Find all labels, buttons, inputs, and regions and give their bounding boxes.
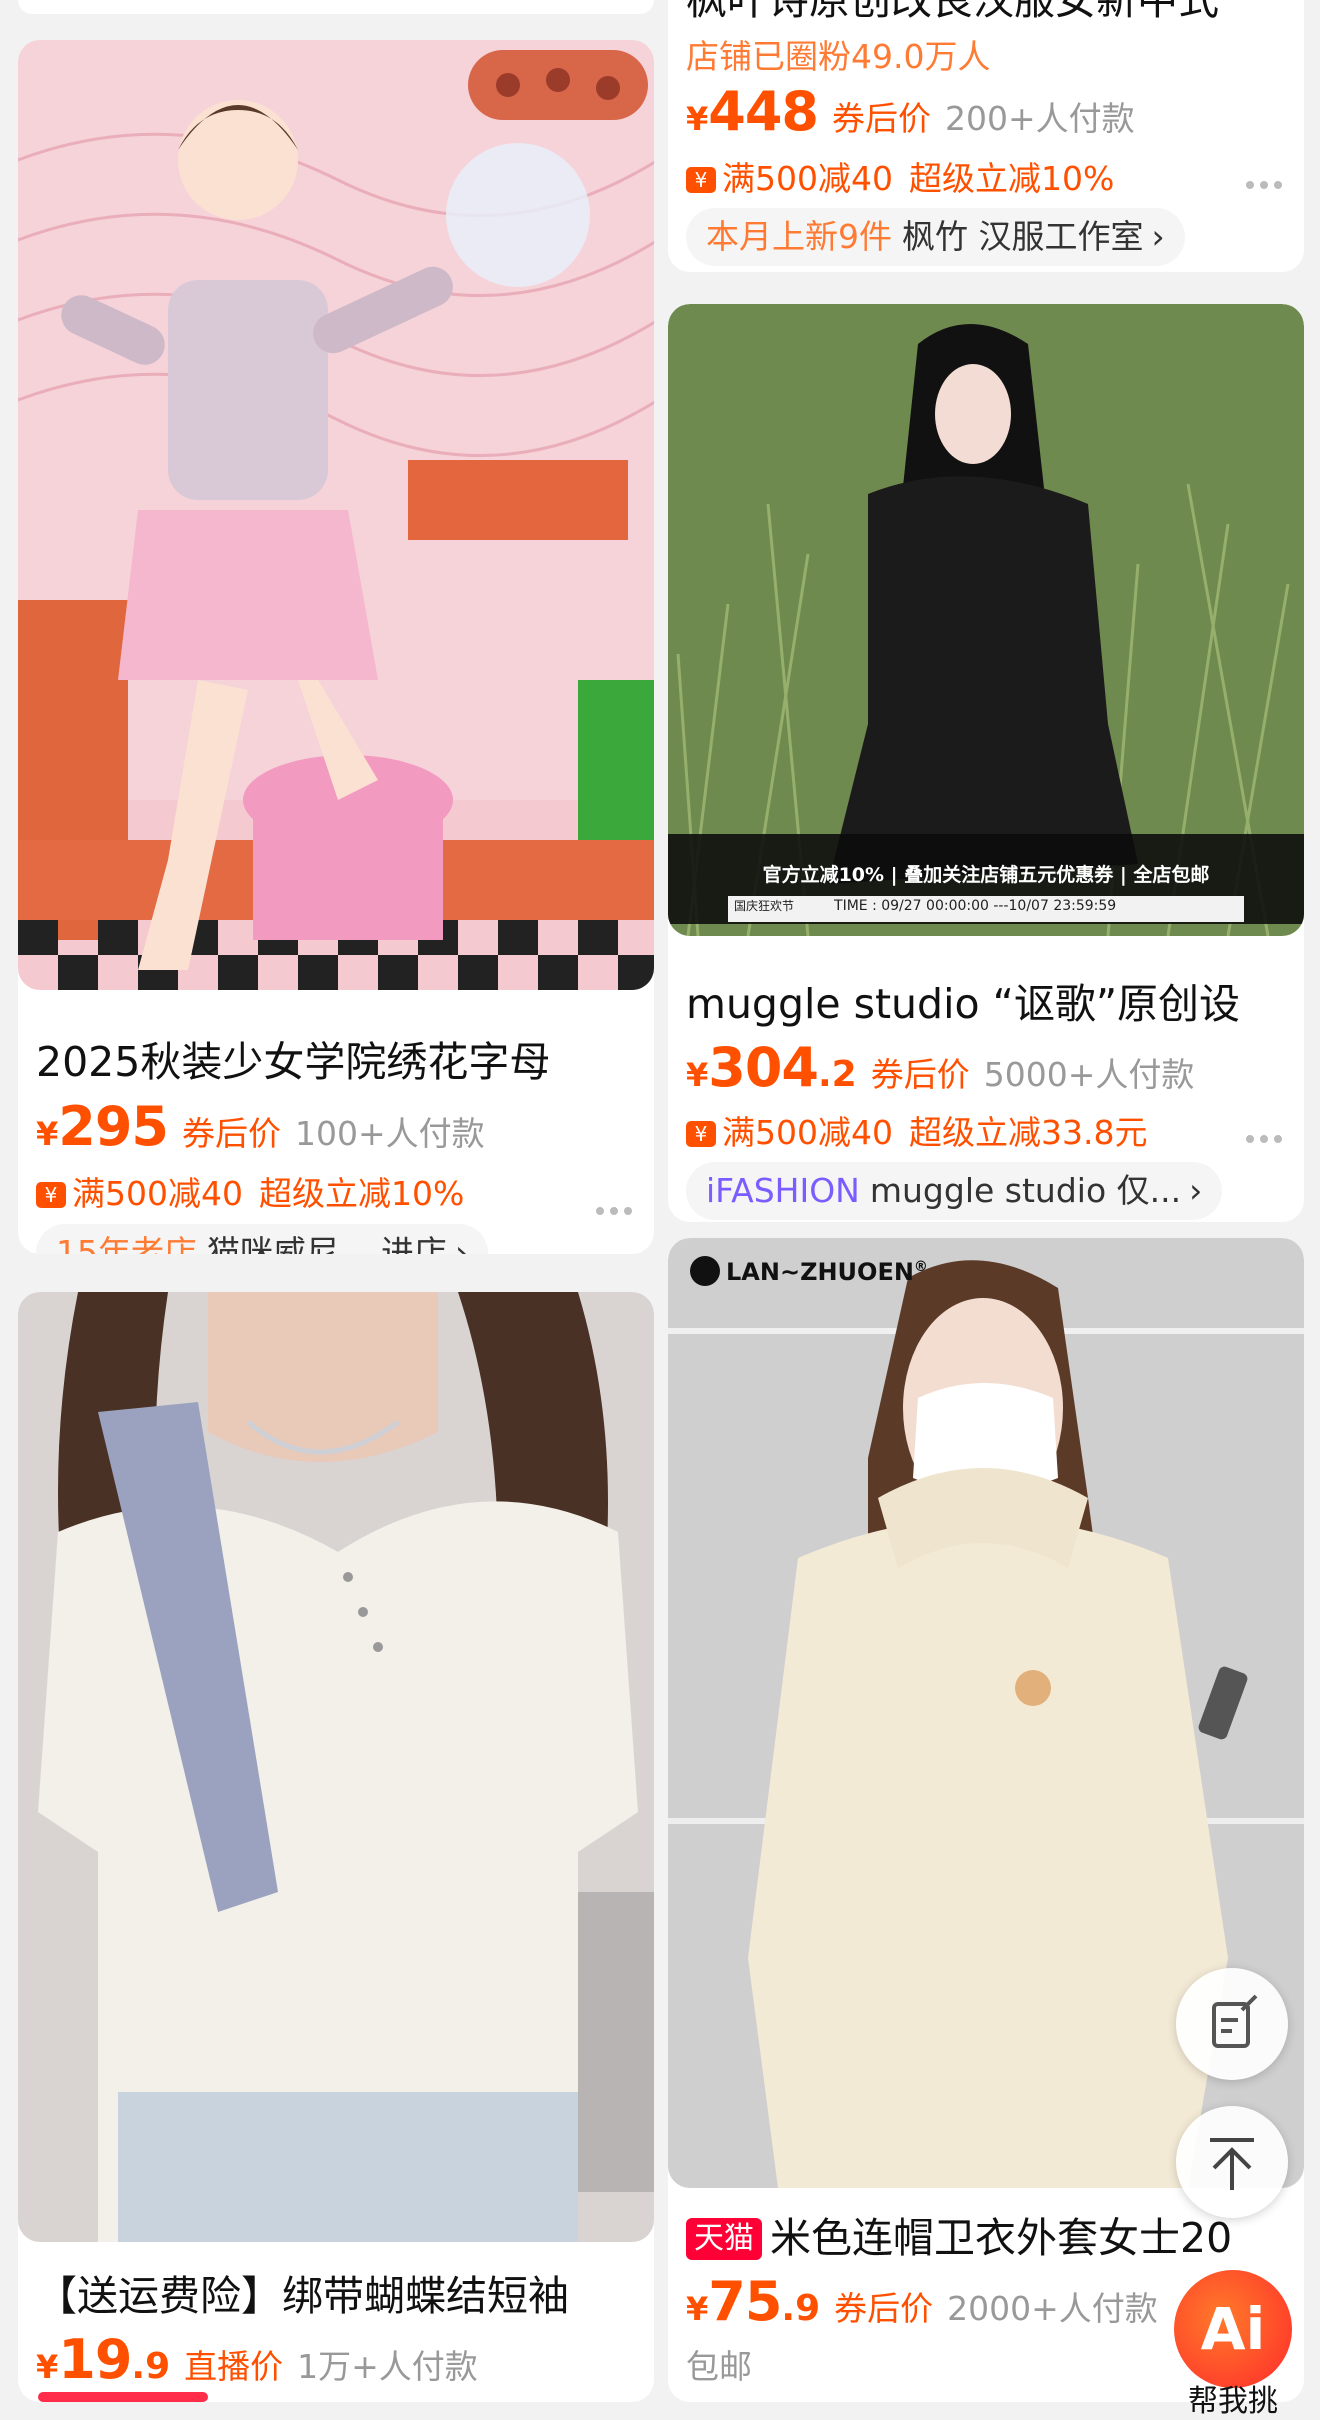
- live-badge-strip: [38, 2392, 208, 2402]
- product-card[interactable]: 2025秋装少女学院绣花字母 ¥295 券后价 100+人付款 ¥ 满500减40 超级…: [18, 40, 654, 1254]
- currency-symbol: ¥: [686, 100, 709, 138]
- price-value: 19: [58, 2328, 132, 2391]
- product-image[interactable]: [18, 1292, 654, 2242]
- banner-tag: 国庆狂欢节: [734, 899, 795, 913]
- sales-count: 1万+人付款: [297, 2347, 478, 2386]
- promo-discount: 满500减40: [722, 159, 893, 198]
- product-info[interactable]: 2025秋装少女学院绣花字母 ¥295 券后价 100+人付款 ¥ 满500减40 超级…: [18, 990, 654, 1254]
- price-row: ¥304.2 券后价 5000+人付款: [686, 1036, 1292, 1099]
- price-decimal: .2: [818, 1054, 857, 1095]
- promo-discount: 满500减40: [722, 1113, 893, 1152]
- promo-instant: 超级立减10%: [258, 1174, 465, 1213]
- currency-symbol: ¥: [36, 2348, 59, 2386]
- promo-instant: 超级立减10%: [908, 159, 1115, 198]
- ai-assistant-label: 帮我挑: [1188, 2384, 1278, 2419]
- shop-fans-count: 店铺已圈粉49.0万人: [686, 37, 991, 76]
- more-options-icon[interactable]: [596, 1200, 640, 1215]
- previous-card-bottom: [18, 0, 654, 14]
- shop-badge: 本月上新9件: [706, 217, 892, 256]
- price-decimal: .9: [131, 2346, 171, 2387]
- coupon-icon: ¥: [36, 1182, 66, 1208]
- product-image[interactable]: 官方立减10% | 叠加关注店铺五元优惠券 | 全店包邮 国庆狂欢节 TIME :…: [668, 304, 1304, 936]
- free-shipping-label: 包邮: [686, 2347, 752, 2386]
- coupon-price-label: 券后价: [832, 99, 931, 138]
- price-value: 304: [708, 1036, 819, 1099]
- product-info[interactable]: muggle studio “讴歌”原创设 ¥304.2 券后价 5000+人付款 …: [668, 936, 1304, 1222]
- currency-symbol: ¥: [686, 2290, 709, 2328]
- promo-instant: 超级立减33.8元: [908, 1113, 1148, 1152]
- price-row: ¥448 券后价 200+人付款: [686, 80, 1292, 143]
- sales-count: 2000+人付款: [947, 2289, 1158, 2328]
- shop-name: 枫竹 汉服工作室: [902, 217, 1144, 256]
- shop-entry[interactable]: 15年老店 猫咪威尼... 进店 ›: [36, 1224, 489, 1254]
- promo-discount: 满500减40: [72, 1174, 243, 1213]
- sales-count: 100+人付款: [295, 1114, 485, 1153]
- bear-logo-icon: [690, 1256, 720, 1286]
- product-card[interactable]: 【送运费险】绑带蝴蝶结短袖 ¥19.9 直播价 1万+人付款: [18, 1292, 654, 2402]
- chevron-right-icon: ›: [1151, 217, 1165, 256]
- product-card[interactable]: 官方立减10% | 叠加关注店铺五元优惠券 | 全店包邮 国庆狂欢节 TIME :…: [668, 304, 1304, 1222]
- product-title-text: 米色连帽卫衣外套女士20: [770, 2214, 1233, 2262]
- back-to-top-button[interactable]: [1176, 2106, 1288, 2218]
- promo-row: ¥ 满500减40 超级立减10%: [686, 152, 1292, 200]
- promo-banner-text: 官方立减10% | 叠加关注店铺五元优惠券 | 全店包邮: [762, 864, 1210, 886]
- chevron-right-icon: ›: [454, 1233, 469, 1254]
- currency-symbol: ¥: [686, 1056, 709, 1094]
- product-card[interactable]: 枫叶诗原创改良汉服女新中式 店铺已圈粉49.0万人 ¥448 券后价 200+人付款…: [668, 0, 1304, 272]
- sales-count: 200+人付款: [945, 99, 1135, 138]
- price-row: ¥295 券后价 100+人付款: [36, 1095, 642, 1158]
- shop-entry[interactable]: iFASHION muggle studio 仅... ›: [686, 1162, 1223, 1220]
- coupon-price-label: 券后价: [182, 1114, 281, 1153]
- promo-row: ¥ 满500减40 超级立减33.8元: [686, 1106, 1292, 1154]
- coupon-icon: ¥: [686, 1121, 716, 1147]
- edit-note-icon: [1212, 1994, 1258, 2048]
- currency-symbol: ¥: [36, 1115, 59, 1153]
- brand-logo: LAN~ZHUOEN®: [690, 1256, 928, 1286]
- price-row: ¥19.9 直播价 1万+人付款: [36, 2328, 642, 2391]
- feedback-button[interactable]: [1176, 1968, 1288, 2080]
- tmall-badge: 天猫: [686, 2218, 762, 2260]
- sales-count: 5000+人付款: [983, 1055, 1195, 1094]
- coupon-price-label: 券后价: [834, 2289, 934, 2328]
- shop-entry[interactable]: 本月上新9件 枫竹 汉服工作室 ›: [686, 208, 1185, 266]
- price-decimal: .9: [781, 2288, 821, 2329]
- brand-logo-text: LAN~ZHUOEN: [726, 1258, 914, 1286]
- shop-badge: 15年老店: [56, 1233, 197, 1254]
- shop-badge: iFASHION: [706, 1171, 860, 1210]
- chevron-right-icon: ›: [1189, 1171, 1203, 1210]
- product-title[interactable]: 天猫 米色连帽卫衣外套女士20: [686, 2212, 1292, 2264]
- product-title[interactable]: 2025秋装少女学院绣花字母: [36, 1036, 642, 1088]
- ai-assistant-button[interactable]: Ai: [1174, 2270, 1292, 2388]
- product-card[interactable]: LAN~ZHUOEN® 天猫 米色连帽卫衣外套女士20 ¥75.9 券后价 2000+…: [668, 1238, 1304, 2402]
- promo-banner-time: 国庆狂欢节 TIME : 09/27 00:00:00 ---10/07 23:5…: [728, 897, 1244, 914]
- coupon-icon: ¥: [686, 167, 716, 193]
- product-title[interactable]: muggle studio “讴歌”原创设: [686, 978, 1292, 1030]
- product-title[interactable]: 【送运费险】绑带蝴蝶结短袖: [36, 2270, 642, 2322]
- coupon-price-label: 券后价: [870, 1055, 970, 1094]
- product-image[interactable]: [18, 40, 654, 990]
- more-options-icon[interactable]: [1246, 174, 1290, 189]
- shop-name: 猫咪威尼...: [207, 1233, 371, 1254]
- more-options-icon[interactable]: [1246, 1128, 1290, 1143]
- price-value: 448: [708, 80, 819, 143]
- product-title[interactable]: 枫叶诗原创改良汉服女新中式: [686, 0, 1292, 26]
- live-price-label: 直播价: [184, 2347, 284, 2386]
- back-to-top-icon: [1210, 2138, 1254, 2190]
- price-value: 295: [58, 1095, 169, 1158]
- price-value: 75: [708, 2270, 782, 2333]
- product-info[interactable]: 【送运费险】绑带蝴蝶结短袖 ¥19.9 直播价 1万+人付款: [18, 2242, 654, 2402]
- banner-time: TIME : 09/27 00:00:00 ---10/07 23:59:59: [834, 898, 1117, 914]
- promo-row: ¥ 满500减40 超级立减10%: [36, 1167, 642, 1215]
- shop-name: muggle studio 仅...: [869, 1171, 1182, 1210]
- enter-shop-label: 进店: [380, 1233, 447, 1254]
